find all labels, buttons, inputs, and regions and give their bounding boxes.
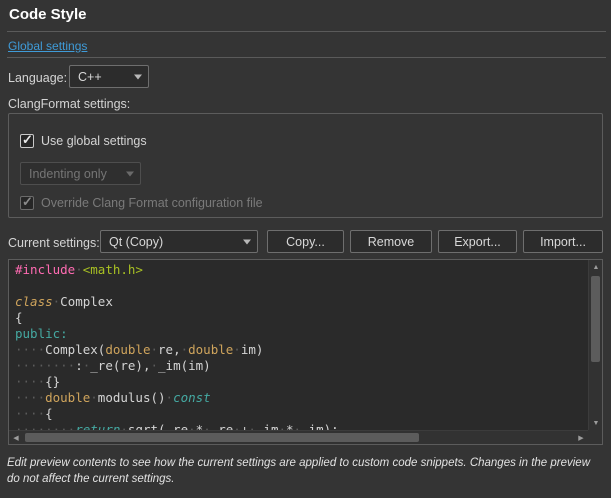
- code-line: {: [15, 310, 586, 326]
- use-global-settings-label: Use global settings: [41, 134, 147, 148]
- code-line: ····Complex(double·re,·double·im): [15, 342, 586, 358]
- scroll-right-icon[interactable]: ▶: [574, 431, 588, 445]
- scroll-up-icon[interactable]: ▲: [589, 260, 603, 274]
- code-line: [15, 278, 586, 294]
- footer-note: Edit preview contents to see how the cur…: [7, 455, 605, 487]
- checkbox-icon: [20, 196, 34, 210]
- chevron-down-icon: [126, 171, 134, 176]
- code-line: ····double·modulus()·const: [15, 390, 586, 406]
- code-line: ········return·sqrt(_re·*·_re·+·_im·*·_i…: [15, 422, 586, 430]
- override-clang-format-checkbox: Override Clang Format configuration file: [20, 196, 263, 210]
- language-combo[interactable]: C++: [69, 65, 149, 88]
- code-lines[interactable]: #include·<math.h> class·Complex{public:·…: [15, 262, 586, 430]
- export-button[interactable]: Export...: [438, 230, 517, 253]
- import-button[interactable]: Import...: [523, 230, 603, 253]
- horizontal-scrollbar[interactable]: ◀ ▶: [9, 430, 588, 444]
- code-line: ········:·_re(re),·_im(im): [15, 358, 586, 374]
- copy-button[interactable]: Copy...: [267, 230, 344, 253]
- chevron-down-icon: [134, 74, 142, 79]
- scroll-down-icon[interactable]: ▼: [589, 416, 603, 430]
- link-divider: [7, 57, 606, 58]
- language-label: Language:: [8, 71, 67, 85]
- indenting-mode-combo: Indenting only: [20, 162, 141, 185]
- vertical-scrollbar[interactable]: ▲ ▼: [588, 260, 602, 430]
- current-settings-combo-value: Qt (Copy): [109, 235, 163, 249]
- code-line: public:: [15, 326, 586, 342]
- scroll-left-icon[interactable]: ◀: [9, 431, 23, 445]
- current-settings-combo[interactable]: Qt (Copy): [100, 230, 258, 253]
- title-divider: [7, 31, 606, 32]
- clangformat-groupbox: Use global settings Indenting only Overr…: [8, 113, 603, 218]
- chevron-down-icon: [243, 239, 251, 244]
- remove-button[interactable]: Remove: [350, 230, 432, 253]
- code-preview-editor[interactable]: #include·<math.h> class·Complex{public:·…: [8, 259, 603, 445]
- code-line: ····{}: [15, 374, 586, 390]
- scrollbar-corner: [588, 430, 602, 444]
- current-settings-label: Current settings:: [8, 236, 100, 250]
- global-settings-link[interactable]: Global settings: [8, 39, 87, 53]
- code-line: #include·<math.h>: [15, 262, 586, 278]
- code-line: class·Complex: [15, 294, 586, 310]
- page-title: Code Style: [9, 6, 87, 23]
- language-combo-value: C++: [78, 70, 102, 84]
- code-line: ····{: [15, 406, 586, 422]
- clangformat-settings-label: ClangFormat settings:: [8, 97, 130, 111]
- vertical-scrollbar-thumb[interactable]: [591, 276, 600, 362]
- checkbox-icon: [20, 134, 34, 148]
- use-global-settings-checkbox[interactable]: Use global settings: [20, 134, 147, 148]
- code-style-settings-page: Code Style Global settings Language: C++…: [0, 0, 611, 498]
- horizontal-scrollbar-thumb[interactable]: [25, 433, 419, 442]
- override-clang-format-label: Override Clang Format configuration file: [41, 196, 263, 210]
- indenting-mode-combo-value: Indenting only: [29, 167, 107, 181]
